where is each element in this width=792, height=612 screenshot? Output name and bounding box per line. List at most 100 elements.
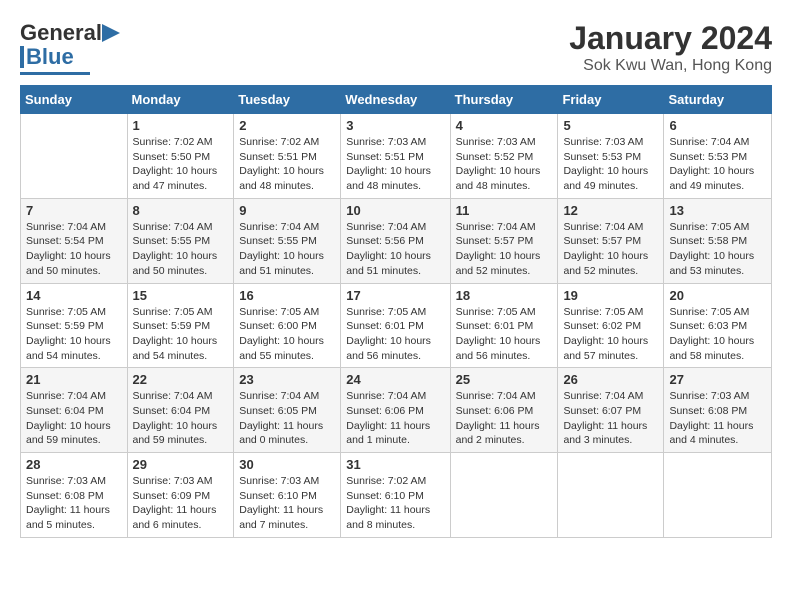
calendar-cell — [664, 453, 772, 538]
day-info: Sunrise: 7:04 AM Sunset: 6:06 PM Dayligh… — [456, 389, 553, 448]
day-number: 9 — [239, 203, 335, 218]
logo-general: General — [20, 20, 102, 46]
calendar-cell: 20 Sunrise: 7:05 AM Sunset: 6:03 PM Dayli… — [664, 283, 772, 368]
logo-underline — [20, 72, 90, 75]
calendar-cell — [450, 453, 558, 538]
calendar-cell: 11 Sunrise: 7:04 AM Sunset: 5:57 PM Dayli… — [450, 198, 558, 283]
day-number: 24 — [346, 372, 444, 387]
calendar-cell: 12 Sunrise: 7:04 AM Sunset: 5:57 PM Dayli… — [558, 198, 664, 283]
calendar-week-4: 21Sunrise: 7:04 AM Sunset: 6:04 PM Dayli… — [21, 368, 772, 453]
calendar-table: SundayMondayTuesdayWednesdayThursdayFrid… — [20, 85, 772, 538]
calendar-cell: 5 Sunrise: 7:03 AM Sunset: 5:53 PM Daylig… — [558, 114, 664, 199]
day-info: Sunrise: 7:04 AM Sunset: 5:55 PM Dayligh… — [239, 220, 335, 279]
day-info: Sunrise: 7:04 AM Sunset: 6:04 PM Dayligh… — [133, 389, 229, 448]
day-info: Sunrise: 7:05 AM Sunset: 6:03 PM Dayligh… — [669, 305, 766, 364]
calendar-cell: 10 Sunrise: 7:04 AM Sunset: 5:56 PM Dayli… — [341, 198, 450, 283]
day-number: 6 — [669, 118, 766, 133]
day-info: Sunrise: 7:04 AM Sunset: 5:53 PM Dayligh… — [669, 135, 766, 194]
calendar-cell — [558, 453, 664, 538]
day-info: Sunrise: 7:04 AM Sunset: 5:54 PM Dayligh… — [26, 220, 122, 279]
page-subtitle: Sok Kwu Wan, Hong Kong — [569, 57, 772, 75]
day-number: 27 — [669, 372, 766, 387]
day-info: Sunrise: 7:04 AM Sunset: 6:04 PM Dayligh… — [26, 389, 122, 448]
day-info: Sunrise: 7:05 AM Sunset: 6:01 PM Dayligh… — [456, 305, 553, 364]
day-info: Sunrise: 7:03 AM Sunset: 5:51 PM Dayligh… — [346, 135, 444, 194]
calendar-week-2: 7Sunrise: 7:04 AM Sunset: 5:54 PM Daylig… — [21, 198, 772, 283]
calendar-cell: 19Sunrise: 7:05 AM Sunset: 6:02 PM Dayli… — [558, 283, 664, 368]
day-info: Sunrise: 7:02 AM Sunset: 5:50 PM Dayligh… — [133, 135, 229, 194]
day-number: 4 — [456, 118, 553, 133]
day-number: 29 — [133, 457, 229, 472]
day-number: 8 — [133, 203, 229, 218]
day-info: Sunrise: 7:03 AM Sunset: 6:08 PM Dayligh… — [669, 389, 766, 448]
calendar-cell: 15 Sunrise: 7:05 AM Sunset: 5:59 PM Dayli… — [127, 283, 234, 368]
calendar-cell: 7Sunrise: 7:04 AM Sunset: 5:54 PM Daylig… — [21, 198, 128, 283]
calendar-cell: 3 Sunrise: 7:03 AM Sunset: 5:51 PM Daylig… — [341, 114, 450, 199]
column-header-saturday: Saturday — [664, 86, 772, 114]
day-number: 15 — [133, 288, 229, 303]
calendar-cell: 31Sunrise: 7:02 AM Sunset: 6:10 PM Dayli… — [341, 453, 450, 538]
day-info: Sunrise: 7:03 AM Sunset: 6:10 PM Dayligh… — [239, 474, 335, 533]
day-info: Sunrise: 7:05 AM Sunset: 5:59 PM Dayligh… — [133, 305, 229, 364]
calendar-cell: 22 Sunrise: 7:04 AM Sunset: 6:04 PM Dayli… — [127, 368, 234, 453]
day-number: 19 — [563, 288, 658, 303]
logo-arrow-icon — [102, 24, 124, 42]
day-info: Sunrise: 7:04 AM Sunset: 6:05 PM Dayligh… — [239, 389, 335, 448]
calendar-cell: 29 Sunrise: 7:03 AM Sunset: 6:09 PM Dayli… — [127, 453, 234, 538]
day-number: 30 — [239, 457, 335, 472]
day-number: 10 — [346, 203, 444, 218]
page-header: General Blue January 2024 Sok Kwu Wan, H… — [20, 20, 772, 75]
column-header-thursday: Thursday — [450, 86, 558, 114]
calendar-cell: 24 Sunrise: 7:04 AM Sunset: 6:06 PM Dayli… — [341, 368, 450, 453]
calendar-body: 1 Sunrise: 7:02 AM Sunset: 5:50 PM Daylig… — [21, 114, 772, 538]
day-info: Sunrise: 7:05 AM Sunset: 5:59 PM Dayligh… — [26, 305, 122, 364]
day-number: 14 — [26, 288, 122, 303]
calendar-cell: 18Sunrise: 7:05 AM Sunset: 6:01 PM Dayli… — [450, 283, 558, 368]
day-number: 12 — [563, 203, 658, 218]
logo: General Blue — [20, 20, 124, 75]
calendar-cell: 6 Sunrise: 7:04 AM Sunset: 5:53 PM Daylig… — [664, 114, 772, 199]
calendar-cell: 21Sunrise: 7:04 AM Sunset: 6:04 PM Dayli… — [21, 368, 128, 453]
calendar-cell: 28Sunrise: 7:03 AM Sunset: 6:08 PM Dayli… — [21, 453, 128, 538]
day-number: 5 — [563, 118, 658, 133]
day-info: Sunrise: 7:03 AM Sunset: 6:08 PM Dayligh… — [26, 474, 122, 533]
day-info: Sunrise: 7:05 AM Sunset: 6:01 PM Dayligh… — [346, 305, 444, 364]
day-info: Sunrise: 7:03 AM Sunset: 5:53 PM Dayligh… — [563, 135, 658, 194]
day-info: Sunrise: 7:04 AM Sunset: 5:56 PM Dayligh… — [346, 220, 444, 279]
day-info: Sunrise: 7:03 AM Sunset: 5:52 PM Dayligh… — [456, 135, 553, 194]
column-header-sunday: Sunday — [21, 86, 128, 114]
day-info: Sunrise: 7:04 AM Sunset: 6:06 PM Dayligh… — [346, 389, 444, 448]
calendar-week-5: 28Sunrise: 7:03 AM Sunset: 6:08 PM Dayli… — [21, 453, 772, 538]
calendar-cell: 27 Sunrise: 7:03 AM Sunset: 6:08 PM Dayli… — [664, 368, 772, 453]
calendar-cell: 17 Sunrise: 7:05 AM Sunset: 6:01 PM Dayli… — [341, 283, 450, 368]
day-info: Sunrise: 7:03 AM Sunset: 6:09 PM Dayligh… — [133, 474, 229, 533]
day-number: 31 — [346, 457, 444, 472]
day-info: Sunrise: 7:05 AM Sunset: 5:58 PM Dayligh… — [669, 220, 766, 279]
day-info: Sunrise: 7:04 AM Sunset: 5:55 PM Dayligh… — [133, 220, 229, 279]
column-header-monday: Monday — [127, 86, 234, 114]
day-info: Sunrise: 7:04 AM Sunset: 6:07 PM Dayligh… — [563, 389, 658, 448]
day-number: 17 — [346, 288, 444, 303]
day-number: 22 — [133, 372, 229, 387]
column-header-friday: Friday — [558, 86, 664, 114]
calendar-cell: 4 Sunrise: 7:03 AM Sunset: 5:52 PM Daylig… — [450, 114, 558, 199]
day-number: 23 — [239, 372, 335, 387]
calendar-week-3: 14 Sunrise: 7:05 AM Sunset: 5:59 PM Dayli… — [21, 283, 772, 368]
title-block: January 2024 Sok Kwu Wan, Hong Kong — [569, 20, 772, 75]
day-number: 13 — [669, 203, 766, 218]
calendar-cell: 16Sunrise: 7:05 AM Sunset: 6:00 PM Dayli… — [234, 283, 341, 368]
calendar-cell: 25 Sunrise: 7:04 AM Sunset: 6:06 PM Dayli… — [450, 368, 558, 453]
day-number: 11 — [456, 203, 553, 218]
calendar-cell: 14 Sunrise: 7:05 AM Sunset: 5:59 PM Dayli… — [21, 283, 128, 368]
day-number: 1 — [133, 118, 229, 133]
day-number: 25 — [456, 372, 553, 387]
day-info: Sunrise: 7:04 AM Sunset: 5:57 PM Dayligh… — [563, 220, 658, 279]
day-number: 26 — [563, 372, 658, 387]
day-info: Sunrise: 7:04 AM Sunset: 5:57 PM Dayligh… — [456, 220, 553, 279]
calendar-cell — [21, 114, 128, 199]
day-number: 20 — [669, 288, 766, 303]
day-number: 3 — [346, 118, 444, 133]
calendar-cell: 1 Sunrise: 7:02 AM Sunset: 5:50 PM Daylig… — [127, 114, 234, 199]
calendar-header-row: SundayMondayTuesdayWednesdayThursdayFrid… — [21, 86, 772, 114]
column-header-tuesday: Tuesday — [234, 86, 341, 114]
